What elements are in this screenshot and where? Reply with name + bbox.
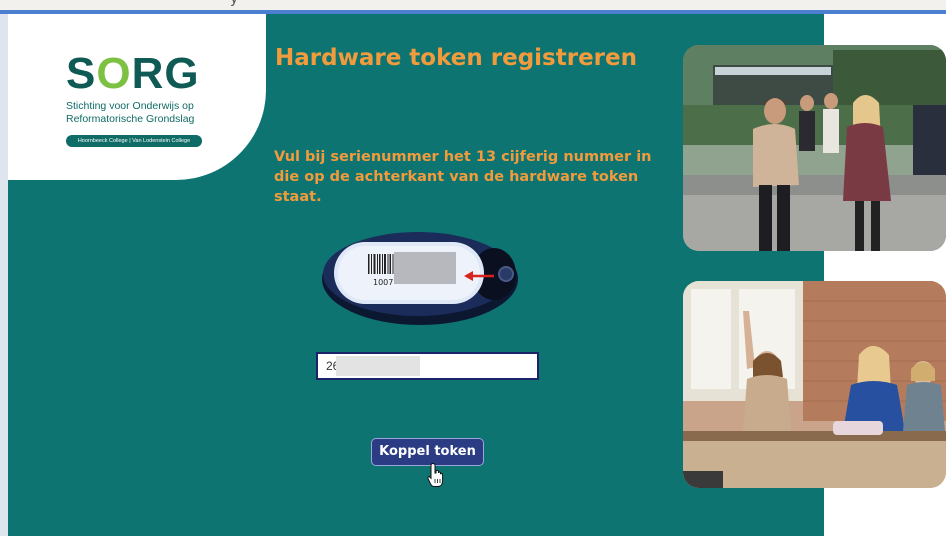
hardware-token-image: 1007 <box>318 224 528 330</box>
logo-badge: Hoornbeeck College | Van Lodenstein Coll… <box>66 135 202 147</box>
classroom-photo <box>683 281 946 488</box>
instruction-text: Vul bij serienummer het 13 cijferig numm… <box>274 149 652 205</box>
logo-subtitle-line2: Reformatorische Grondslag <box>66 113 195 125</box>
serial-redaction <box>336 356 420 376</box>
logo-letters-rg: RG <box>131 49 200 98</box>
logo-card: SORG Stichting voor Onderwijs op Reforma… <box>8 14 266 180</box>
sorg-logo: SORG <box>66 52 200 96</box>
logo-subtitle-line1: Stichting voor Onderwijs op <box>66 100 194 112</box>
students-walking-photo <box>683 45 946 251</box>
token-barcode-number: 1007 <box>373 278 393 287</box>
browser-partial-text: y <box>230 0 238 7</box>
logo-letter-o: O <box>96 49 132 98</box>
logo-subtitle: Stichting voor Onderwijs op Reformatoris… <box>66 100 194 126</box>
left-edge <box>0 14 8 536</box>
page-title: Hardware token registreren <box>275 45 637 71</box>
logo-letter-s: S <box>66 49 97 98</box>
hand-pointer-icon <box>427 462 444 487</box>
token-illustration: 1007 <box>322 232 518 325</box>
